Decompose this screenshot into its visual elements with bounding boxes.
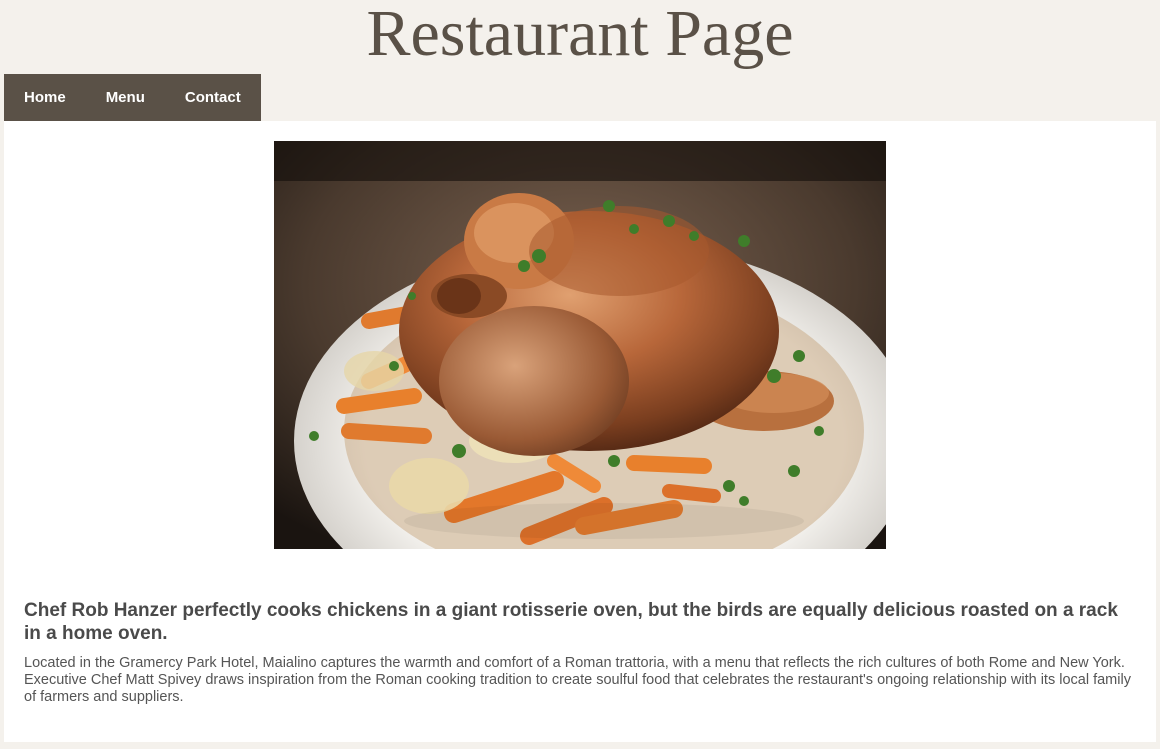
roast-chicken-image xyxy=(274,141,886,549)
description-paragraph-chef: Executive Chef Matt Spivey draws inspira… xyxy=(24,672,1131,705)
main-nav: Home Menu Contact xyxy=(4,74,261,121)
description: Located in the Gramercy Park Hotel, Maia… xyxy=(24,655,1139,706)
page-title: Restaurant Page xyxy=(366,0,794,70)
nav-link-home[interactable]: Home xyxy=(24,89,66,106)
main-content: Chef Rob Hanzer perfectly cooks chickens… xyxy=(4,121,1156,742)
nav-link-contact[interactable]: Contact xyxy=(185,89,241,106)
description-paragraph-location: Located in the Gramercy Park Hotel, Maia… xyxy=(24,655,1125,671)
nav-link-menu[interactable]: Menu xyxy=(106,89,145,106)
headline: Chef Rob Hanzer perfectly cooks chickens… xyxy=(24,600,1118,644)
